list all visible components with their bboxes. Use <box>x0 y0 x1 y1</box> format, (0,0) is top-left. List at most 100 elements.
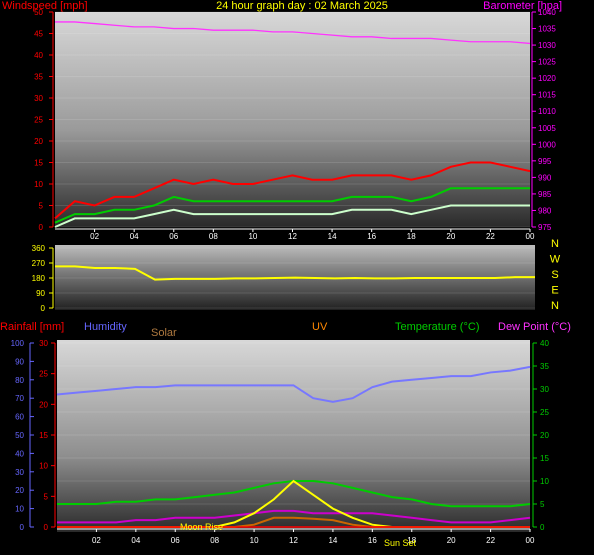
x-tick-label: 06 <box>171 536 180 545</box>
rainfall-tick-label: 10 <box>39 462 48 471</box>
x-tick-label: 02 <box>92 536 101 545</box>
x-tick-label: 06 <box>169 232 178 241</box>
rainfall-label: Rainfall [mm] <box>0 321 64 333</box>
humidity-tick-label: 0 <box>20 523 25 532</box>
temperature-tick-label: 35 <box>540 362 549 371</box>
direction-tick-label: 360 <box>32 244 46 253</box>
dewpoint-label: Dew Point (°C) <box>498 321 571 333</box>
compass-label: N <box>551 238 559 250</box>
barometer-tick-label: 1035 <box>538 25 556 34</box>
temperature-tick-label: 25 <box>540 408 549 417</box>
temp-plot-area <box>57 340 530 532</box>
barometer-tick-label: 1000 <box>538 140 556 149</box>
humidity-tick-label: 100 <box>11 339 25 348</box>
rainfall-tick-label: 20 <box>39 400 48 409</box>
humidity-tick-label: 10 <box>15 505 24 514</box>
compass-label: N <box>551 300 559 312</box>
barometer-tick-label: 985 <box>538 190 552 199</box>
x-tick-label: 00 <box>526 232 535 241</box>
windspeed-tick-label: 5 <box>39 202 44 211</box>
barometer-tick-label: 1030 <box>538 41 556 50</box>
humidity-tick-label: 40 <box>15 449 24 458</box>
x-tick-label: 20 <box>446 232 455 241</box>
temperature-tick-label: 10 <box>540 477 549 486</box>
compass-label: S <box>551 269 558 281</box>
x-tick-label: 16 <box>368 536 377 545</box>
direction-y-axis-ticks: 360 270 180 90 0 <box>32 244 54 313</box>
rainfall-tick-label: 15 <box>39 431 48 440</box>
windspeed-tick-label: 10 <box>34 180 43 189</box>
x-tick-label: 04 <box>131 536 140 545</box>
rainfall-tick-label: 25 <box>39 370 48 379</box>
x-tick-label: 04 <box>130 232 139 241</box>
rainfall-tick-label: 30 <box>39 339 48 348</box>
humidity-tick-label: 80 <box>15 376 24 385</box>
x-tick-label: 20 <box>447 536 456 545</box>
uv-label: UV <box>312 321 328 333</box>
humidity-label: Humidity <box>84 321 127 333</box>
windspeed-tick-label: 20 <box>34 137 43 146</box>
x-tick-label: 14 <box>328 232 337 241</box>
barometer-tick-label: 975 <box>538 223 552 232</box>
x-tick-label: 16 <box>367 232 376 241</box>
humidity-tick-label: 60 <box>15 413 24 422</box>
direction-tick-label: 0 <box>41 304 46 313</box>
windspeed-tick-label: 15 <box>34 159 43 168</box>
compass-labels: NWSEN <box>550 238 561 312</box>
barometer-tick-label: 990 <box>538 173 552 182</box>
rainfall-axis-ticks: 0 5 10 15 20 25 30 <box>39 339 56 532</box>
solar-label: Solar <box>151 327 177 339</box>
windspeed-tick-label: 25 <box>34 116 43 125</box>
barometer-axis-label: Barometer [hpa] <box>483 0 562 12</box>
temperature-label: Temperature (°C) <box>395 321 479 333</box>
compass-label: E <box>551 285 558 297</box>
windspeed-tick-label: 45 <box>34 30 43 39</box>
weather-charts-canvas: 05101520253035404550 9759809859909951000… <box>0 0 571 548</box>
moon-rise-annotation: Moon Rise <box>180 522 223 532</box>
temperature-tick-label: 5 <box>540 500 545 509</box>
temperature-humidity-chart: 0 10 20 30 40 50 60 70 80 90 100 0 5 10 15 20 25 30 0 5 10… <box>0 321 571 548</box>
x-tick-label: 12 <box>289 536 298 545</box>
wind-barometer-chart: 05101520253035404550 9759809859909951000… <box>2 0 562 241</box>
windspeed-tick-label: 30 <box>34 94 43 103</box>
sun-set-annotation: Sun Set <box>384 538 417 548</box>
direction-tick-label: 90 <box>36 289 45 298</box>
direction-tick-label: 270 <box>32 259 46 268</box>
x-tick-label: 08 <box>210 536 219 545</box>
humidity-tick-label: 70 <box>15 394 24 403</box>
barometer-tick-label: 1025 <box>538 58 556 67</box>
humidity-tick-label: 90 <box>15 357 24 366</box>
temperature-tick-label: 40 <box>540 339 549 348</box>
temperature-tick-label: 20 <box>540 431 549 440</box>
x-tick-label: 00 <box>526 536 535 545</box>
humidity-tick-label: 30 <box>15 468 24 477</box>
x-tick-label: 18 <box>407 232 416 241</box>
x-tick-label: 14 <box>328 536 337 545</box>
chart-title: 24 hour graph day : 02 March 2025 <box>216 0 388 12</box>
temperature-tick-label: 15 <box>540 454 549 463</box>
barometer-tick-label: 1005 <box>538 124 556 133</box>
windspeed-axis-label: Windspeed [mph] <box>2 0 88 12</box>
barometer-tick-label: 980 <box>538 206 552 215</box>
x-tick-label: 22 <box>486 536 495 545</box>
temperature-tick-label: 0 <box>540 523 545 532</box>
windspeed-tick-label: 40 <box>34 51 43 60</box>
temperature-tick-label: 30 <box>540 385 549 394</box>
weather-graph-page: 0 5 10 15 20 25 30 35 40 45 50 975 980 985 990 995 1000… <box>0 0 594 555</box>
windspeed-tick-label: 0 <box>39 223 44 232</box>
barometer-tick-label: 1015 <box>538 91 556 100</box>
x-tick-label: 22 <box>486 232 495 241</box>
rainfall-tick-label: 0 <box>44 523 49 532</box>
wind-y-axis-ticks: 05101520253035404550 <box>34 8 54 232</box>
direction-tick-label: 180 <box>32 274 46 283</box>
humidity-axis-ticks: 0 10 20 30 40 50 60 70 80 90 100 <box>11 339 34 532</box>
rainfall-tick-label: 5 <box>44 492 49 501</box>
x-tick-label: 10 <box>248 232 257 241</box>
barometer-tick-label: 995 <box>538 157 552 166</box>
barometer-y-axis-ticks: 975 980 985 990 995 1000 1005 1010 1015 1020 1025 1… <box>531 8 556 232</box>
humidity-tick-label: 50 <box>15 431 24 440</box>
x-tick-label: 08 <box>209 232 218 241</box>
wind-x-axis-ticks: 02 04 06 08 10 12 14 16 18 20 22 00 <box>55 228 535 241</box>
barometer-tick-label: 1010 <box>538 107 556 116</box>
barometer-tick-label: 1020 <box>538 74 556 83</box>
